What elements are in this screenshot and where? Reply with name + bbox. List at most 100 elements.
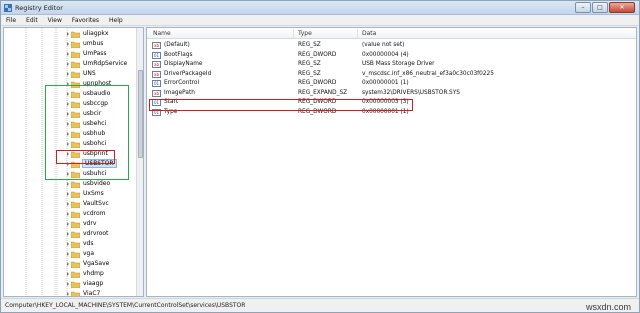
folder-icon: [71, 151, 80, 158]
expand-arrow-icon[interactable]: [66, 252, 70, 256]
folder-icon: [71, 101, 80, 108]
tree-item[interactable]: usbaudio: [4, 89, 138, 99]
tree-item[interactable]: USBSTOR: [4, 159, 138, 169]
tree-item[interactable]: VgaSave: [4, 259, 138, 269]
tree-scrollbar-thumb[interactable]: [138, 70, 143, 158]
expand-arrow-icon[interactable]: [66, 42, 70, 46]
tree-item[interactable]: ViaC7: [4, 289, 138, 296]
expand-arrow-icon[interactable]: [66, 182, 70, 186]
value-type: REG_DWORD: [298, 99, 337, 105]
expand-arrow-icon[interactable]: [66, 162, 70, 166]
tree-item-label: vhdmp: [83, 270, 104, 277]
tree-item[interactable]: usbvideo: [4, 179, 138, 189]
registry-value-row[interactable]: ab DriverPackageId REG_SZ v_mscdsc.inf_x86_…: [147, 70, 636, 79]
values-list-pane[interactable]: Name Type Data ab (Default) REG_SZ (value n…: [146, 27, 637, 297]
expand-arrow-icon[interactable]: [66, 262, 70, 266]
tree-item[interactable]: viaagp: [4, 279, 138, 289]
expand-arrow-icon[interactable]: [66, 112, 70, 116]
expand-arrow-icon[interactable]: [66, 142, 70, 146]
expand-arrow-icon[interactable]: [66, 282, 70, 286]
tree-item[interactable]: umbus: [4, 39, 138, 49]
registry-value-row[interactable]: 01 ErrorControl REG_DWORD 0x00000001 (1): [147, 79, 636, 88]
tree-item[interactable]: vdrvroot: [4, 229, 138, 239]
expand-arrow-icon[interactable]: [66, 172, 70, 176]
minimize-button[interactable]: –: [575, 2, 591, 13]
registry-value-row[interactable]: ab DisplayName REG_SZ USB Mass Storage Driv…: [147, 60, 636, 69]
expand-arrow-icon[interactable]: [66, 82, 70, 86]
tree-item[interactable]: vcdrom: [4, 209, 138, 219]
tree-item[interactable]: VaultSvc: [4, 199, 138, 209]
title-bar[interactable]: Registry Editor – □ ✕: [1, 1, 639, 15]
registry-value-row[interactable]: ab (Default) REG_SZ (value not set): [147, 41, 636, 50]
tree-item[interactable]: vds: [4, 239, 138, 249]
tree-item[interactable]: UmRdpService: [4, 59, 138, 69]
column-data-header[interactable]: Data: [362, 30, 376, 37]
tree-item[interactable]: usbccgp: [4, 99, 138, 109]
tree-item[interactable]: usbprint: [4, 149, 138, 159]
close-button[interactable]: ✕: [609, 2, 635, 13]
expand-arrow-icon[interactable]: [66, 32, 70, 36]
menu-bar: File Edit View Favorites Help: [1, 15, 639, 26]
registry-value-row[interactable]: 01 Type REG_DWORD 0x00000001 (1): [147, 108, 636, 117]
column-name-header[interactable]: Name: [153, 30, 171, 37]
value-name: ErrorControl: [164, 80, 200, 86]
expand-arrow-icon[interactable]: [66, 52, 70, 56]
string-value-icon: ab: [152, 42, 161, 49]
column-separator[interactable]: [357, 29, 358, 38]
expand-arrow-icon[interactable]: [66, 192, 70, 196]
value-data: 0x00000003 (3): [362, 99, 409, 105]
menu-edit[interactable]: Edit: [21, 15, 43, 25]
folder-icon: [71, 131, 80, 138]
menu-view[interactable]: View: [43, 15, 67, 25]
menu-file[interactable]: File: [1, 15, 21, 25]
menu-favorites[interactable]: Favorites: [67, 15, 104, 25]
tree-item[interactable]: uliagpkx: [4, 29, 138, 39]
tree-item[interactable]: UNS: [4, 69, 138, 79]
tree-item[interactable]: upnphost: [4, 79, 138, 89]
expand-arrow-icon[interactable]: [66, 232, 70, 236]
expand-arrow-icon[interactable]: [66, 132, 70, 136]
tree-item-label: UNS: [83, 70, 96, 77]
menu-help[interactable]: Help: [104, 15, 128, 25]
expand-arrow-icon[interactable]: [66, 222, 70, 226]
tree-item-label: UxSms: [83, 190, 104, 197]
registry-value-row[interactable]: ab ImagePath REG_EXPAND_SZ system32\DRIVERS…: [147, 89, 636, 98]
expand-arrow-icon[interactable]: [66, 152, 70, 156]
tree-item-label: upnphost: [83, 80, 112, 87]
expand-arrow-icon[interactable]: [66, 242, 70, 246]
tree-item[interactable]: vhdmp: [4, 269, 138, 279]
value-type: REG_DWORD: [298, 51, 337, 58]
tree-item[interactable]: vga: [4, 249, 138, 259]
folder-icon: [71, 161, 80, 168]
tree-item[interactable]: UmPass: [4, 49, 138, 59]
registry-value-row[interactable]: 01 Start REG_DWORD 0x00000003 (3): [147, 98, 636, 107]
tree-item[interactable]: vdrv: [4, 219, 138, 229]
folder-icon: [71, 121, 80, 128]
expand-arrow-icon[interactable]: [66, 122, 70, 126]
expand-arrow-icon[interactable]: [66, 292, 70, 296]
key-tree-pane[interactable]: uliagpkx umbus UmPass UmRdpService UNS upnpho…: [3, 27, 144, 297]
tree-item[interactable]: usbehci: [4, 119, 138, 129]
expand-arrow-icon[interactable]: [66, 202, 70, 206]
registry-value-row[interactable]: 01 BootFlags REG_DWORD 0x00000004 (4): [147, 51, 636, 60]
expand-arrow-icon[interactable]: [66, 272, 70, 276]
tree-item[interactable]: usbuhci: [4, 169, 138, 179]
maximize-button[interactable]: □: [592, 2, 608, 13]
value-name: Type: [164, 108, 178, 115]
tree-item[interactable]: UxSms: [4, 189, 138, 199]
column-separator[interactable]: [293, 29, 294, 38]
column-type-header[interactable]: Type: [298, 30, 312, 37]
tree-item-label: umbus: [83, 40, 104, 47]
tree-item-label: VgaSave: [83, 260, 110, 267]
tree-item-label: UmPass: [83, 50, 107, 57]
tree-item[interactable]: usbohci: [4, 139, 138, 149]
expand-arrow-icon[interactable]: [66, 92, 70, 96]
expand-arrow-icon[interactable]: [66, 62, 70, 66]
tree-item[interactable]: usbhub: [4, 129, 138, 139]
expand-arrow-icon[interactable]: [66, 102, 70, 106]
expand-arrow-icon[interactable]: [66, 212, 70, 216]
folder-icon: [71, 61, 80, 68]
tree-item[interactable]: usbcir: [4, 109, 138, 119]
expand-arrow-icon[interactable]: [66, 72, 70, 76]
tree-item-label: USBSTOR: [82, 159, 117, 168]
